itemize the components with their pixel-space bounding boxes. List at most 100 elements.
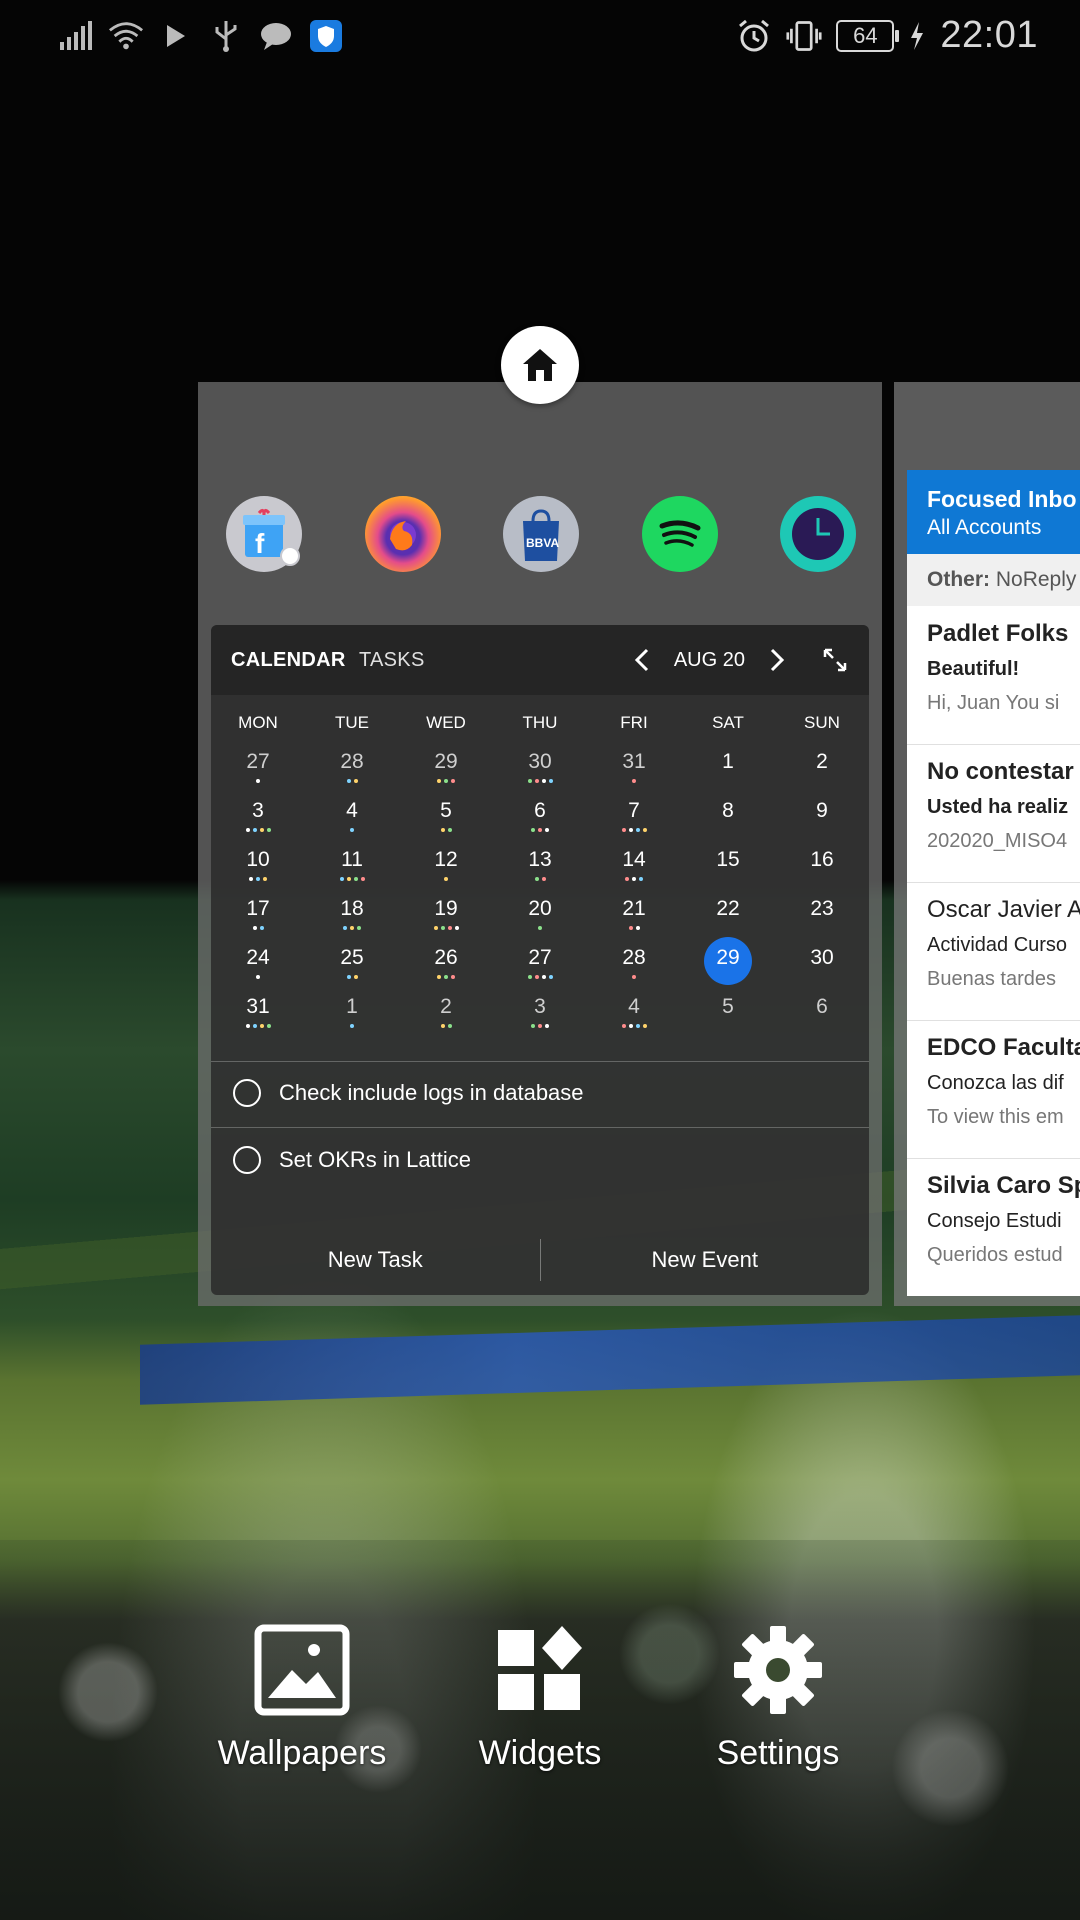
calendar-day[interactable]: 3: [211, 792, 305, 841]
task-checkbox[interactable]: [233, 1079, 261, 1107]
calendar-day[interactable]: 6: [493, 792, 587, 841]
calendar-day[interactable]: 31: [211, 988, 305, 1037]
calendar-day[interactable]: 5: [681, 988, 775, 1037]
mail-widget-title: Focused Inbo: [927, 486, 1077, 512]
calendar-day[interactable]: 15: [681, 841, 775, 890]
calendar-day[interactable]: 4: [587, 988, 681, 1037]
home-screen-edit-mode: 64 22:01 f BBVA CALENDAR TASKS AUG 20 MO…: [0, 0, 1080, 1920]
new-event-button[interactable]: New Event: [541, 1247, 870, 1273]
calendar-day[interactable]: 13: [493, 841, 587, 890]
calendar-day[interactable]: 14: [587, 841, 681, 890]
event-dot: [635, 1024, 640, 1028]
expand-icon[interactable]: [821, 643, 849, 677]
mail-list-item[interactable]: Silvia Caro Sp Consejo Estudi Queridos e…: [907, 1158, 1080, 1296]
event-dot: [635, 926, 640, 930]
new-task-button[interactable]: New Task: [211, 1247, 540, 1273]
tab-calendar[interactable]: CALENDAR: [231, 649, 346, 672]
calendar-day[interactable]: 1: [305, 988, 399, 1037]
calendar-day[interactable]: 1: [681, 743, 775, 792]
calendar-day[interactable]: 2: [775, 743, 869, 792]
set-default-home-button[interactable]: [501, 326, 579, 404]
calendar-day[interactable]: 25: [305, 939, 399, 988]
event-dot: [440, 1024, 445, 1028]
calendar-day[interactable]: 2: [399, 988, 493, 1037]
calendar-day[interactable]: 27: [493, 939, 587, 988]
event-indicator-dots: [587, 877, 681, 881]
calendar-day[interactable]: 9: [775, 792, 869, 841]
event-dot: [451, 779, 455, 783]
event-indicator-dots: [211, 877, 305, 881]
calendar-day[interactable]: 4: [305, 792, 399, 841]
calendar-day[interactable]: 29: [399, 743, 493, 792]
day-of-week-label: SUN: [804, 713, 840, 732]
event-dot: [252, 1024, 257, 1028]
widgets-button[interactable]: Widgets: [440, 1620, 640, 1773]
calendar-day-number: 30: [528, 750, 552, 773]
calendar-day[interactable]: 23: [775, 890, 869, 939]
bbva-icon[interactable]: BBVA: [503, 496, 579, 572]
divider: [211, 1061, 869, 1062]
spotify-icon[interactable]: [641, 496, 718, 572]
calendar-day-number: 6: [534, 799, 546, 822]
event-dot: [444, 975, 448, 979]
calendar-day[interactable]: 8: [681, 792, 775, 841]
mail-sender: Silvia Caro Sp: [927, 1172, 1080, 1199]
mail-list-item[interactable]: Oscar Javier A Actividad Curso Buenas ta…: [907, 882, 1080, 1021]
chevron-left-icon[interactable]: [628, 643, 656, 677]
calendar-day[interactable]: 30: [775, 939, 869, 988]
event-indicator-dots: [211, 828, 305, 832]
wallpapers-button[interactable]: Wallpapers: [202, 1620, 402, 1773]
calendar-day[interactable]: 22: [681, 890, 775, 939]
calendar-day-number: 13: [528, 848, 552, 871]
calendar-day[interactable]: 5: [399, 792, 493, 841]
calendar-day[interactable]: 21: [587, 890, 681, 939]
calendar-day[interactable]: 30: [493, 743, 587, 792]
calendar-day[interactable]: 31: [587, 743, 681, 792]
calendar-day[interactable]: 7: [587, 792, 681, 841]
task-checkbox[interactable]: [233, 1146, 261, 1174]
event-indicator-dots: [587, 926, 681, 930]
tab-tasks[interactable]: TASKS: [359, 649, 425, 672]
mail-list-item[interactable]: EDCO Faculta Conozca las dif To view thi…: [907, 1020, 1080, 1159]
firefox-icon[interactable]: [364, 496, 441, 572]
task-item[interactable]: Check include logs in database: [233, 1079, 584, 1107]
calendar-day[interactable]: 10: [211, 841, 305, 890]
calendar-day[interactable]: 20: [493, 890, 587, 939]
calendar-day[interactable]: 3: [493, 988, 587, 1037]
facebook-icon[interactable]: f: [226, 496, 302, 572]
event-dot: [541, 877, 546, 881]
event-indicator-dots: [305, 975, 399, 979]
mail-list-item[interactable]: No contestar Usted ha realiz 202020_MISO…: [907, 744, 1080, 883]
calendar-day[interactable]: 18: [305, 890, 399, 939]
event-dot: [440, 828, 445, 832]
signal-icon: [58, 18, 94, 54]
calendar-day[interactable]: 19: [399, 890, 493, 939]
mail-widget[interactable]: Focused Inbo All Accounts Other: NoReply…: [907, 470, 1080, 1296]
calendar-day-number: 29: [716, 946, 740, 969]
task-item[interactable]: Set OKRs in Lattice: [233, 1146, 471, 1174]
calendar-day[interactable]: 11: [305, 841, 399, 890]
calendar-day[interactable]: 27: [211, 743, 305, 792]
settings-button[interactable]: Settings: [678, 1620, 878, 1773]
calendar-day-number: 21: [622, 897, 646, 920]
chevron-right-icon[interactable]: [763, 643, 791, 677]
calendar-day-number: 17: [246, 897, 270, 920]
mail-other-row[interactable]: Other: NoReply: [907, 554, 1080, 606]
calendar-day[interactable]: 17: [211, 890, 305, 939]
mail-list-item[interactable]: Padlet Folks Beautiful! Hi, Juan You si: [907, 606, 1080, 745]
calendar-day[interactable]: 12: [399, 841, 493, 890]
calendar-day-number: 3: [534, 995, 546, 1018]
calendar-day-number: 27: [528, 946, 552, 969]
calendar-day[interactable]: 28: [305, 743, 399, 792]
calendar-header: CALENDAR TASKS AUG 20: [211, 625, 869, 695]
calendar-day[interactable]: 26: [399, 939, 493, 988]
calendar-day[interactable]: 28: [587, 939, 681, 988]
wallpapers-icon: [252, 1620, 352, 1720]
calendar-day[interactable]: 6: [775, 988, 869, 1037]
clock-icon[interactable]: [780, 496, 856, 572]
calendar-day-today[interactable]: 29: [681, 937, 775, 988]
event-dot: [548, 975, 553, 979]
calendar-day[interactable]: 24: [211, 939, 305, 988]
calendar-day[interactable]: 16: [775, 841, 869, 890]
calendar-day-number: 27: [246, 750, 270, 773]
